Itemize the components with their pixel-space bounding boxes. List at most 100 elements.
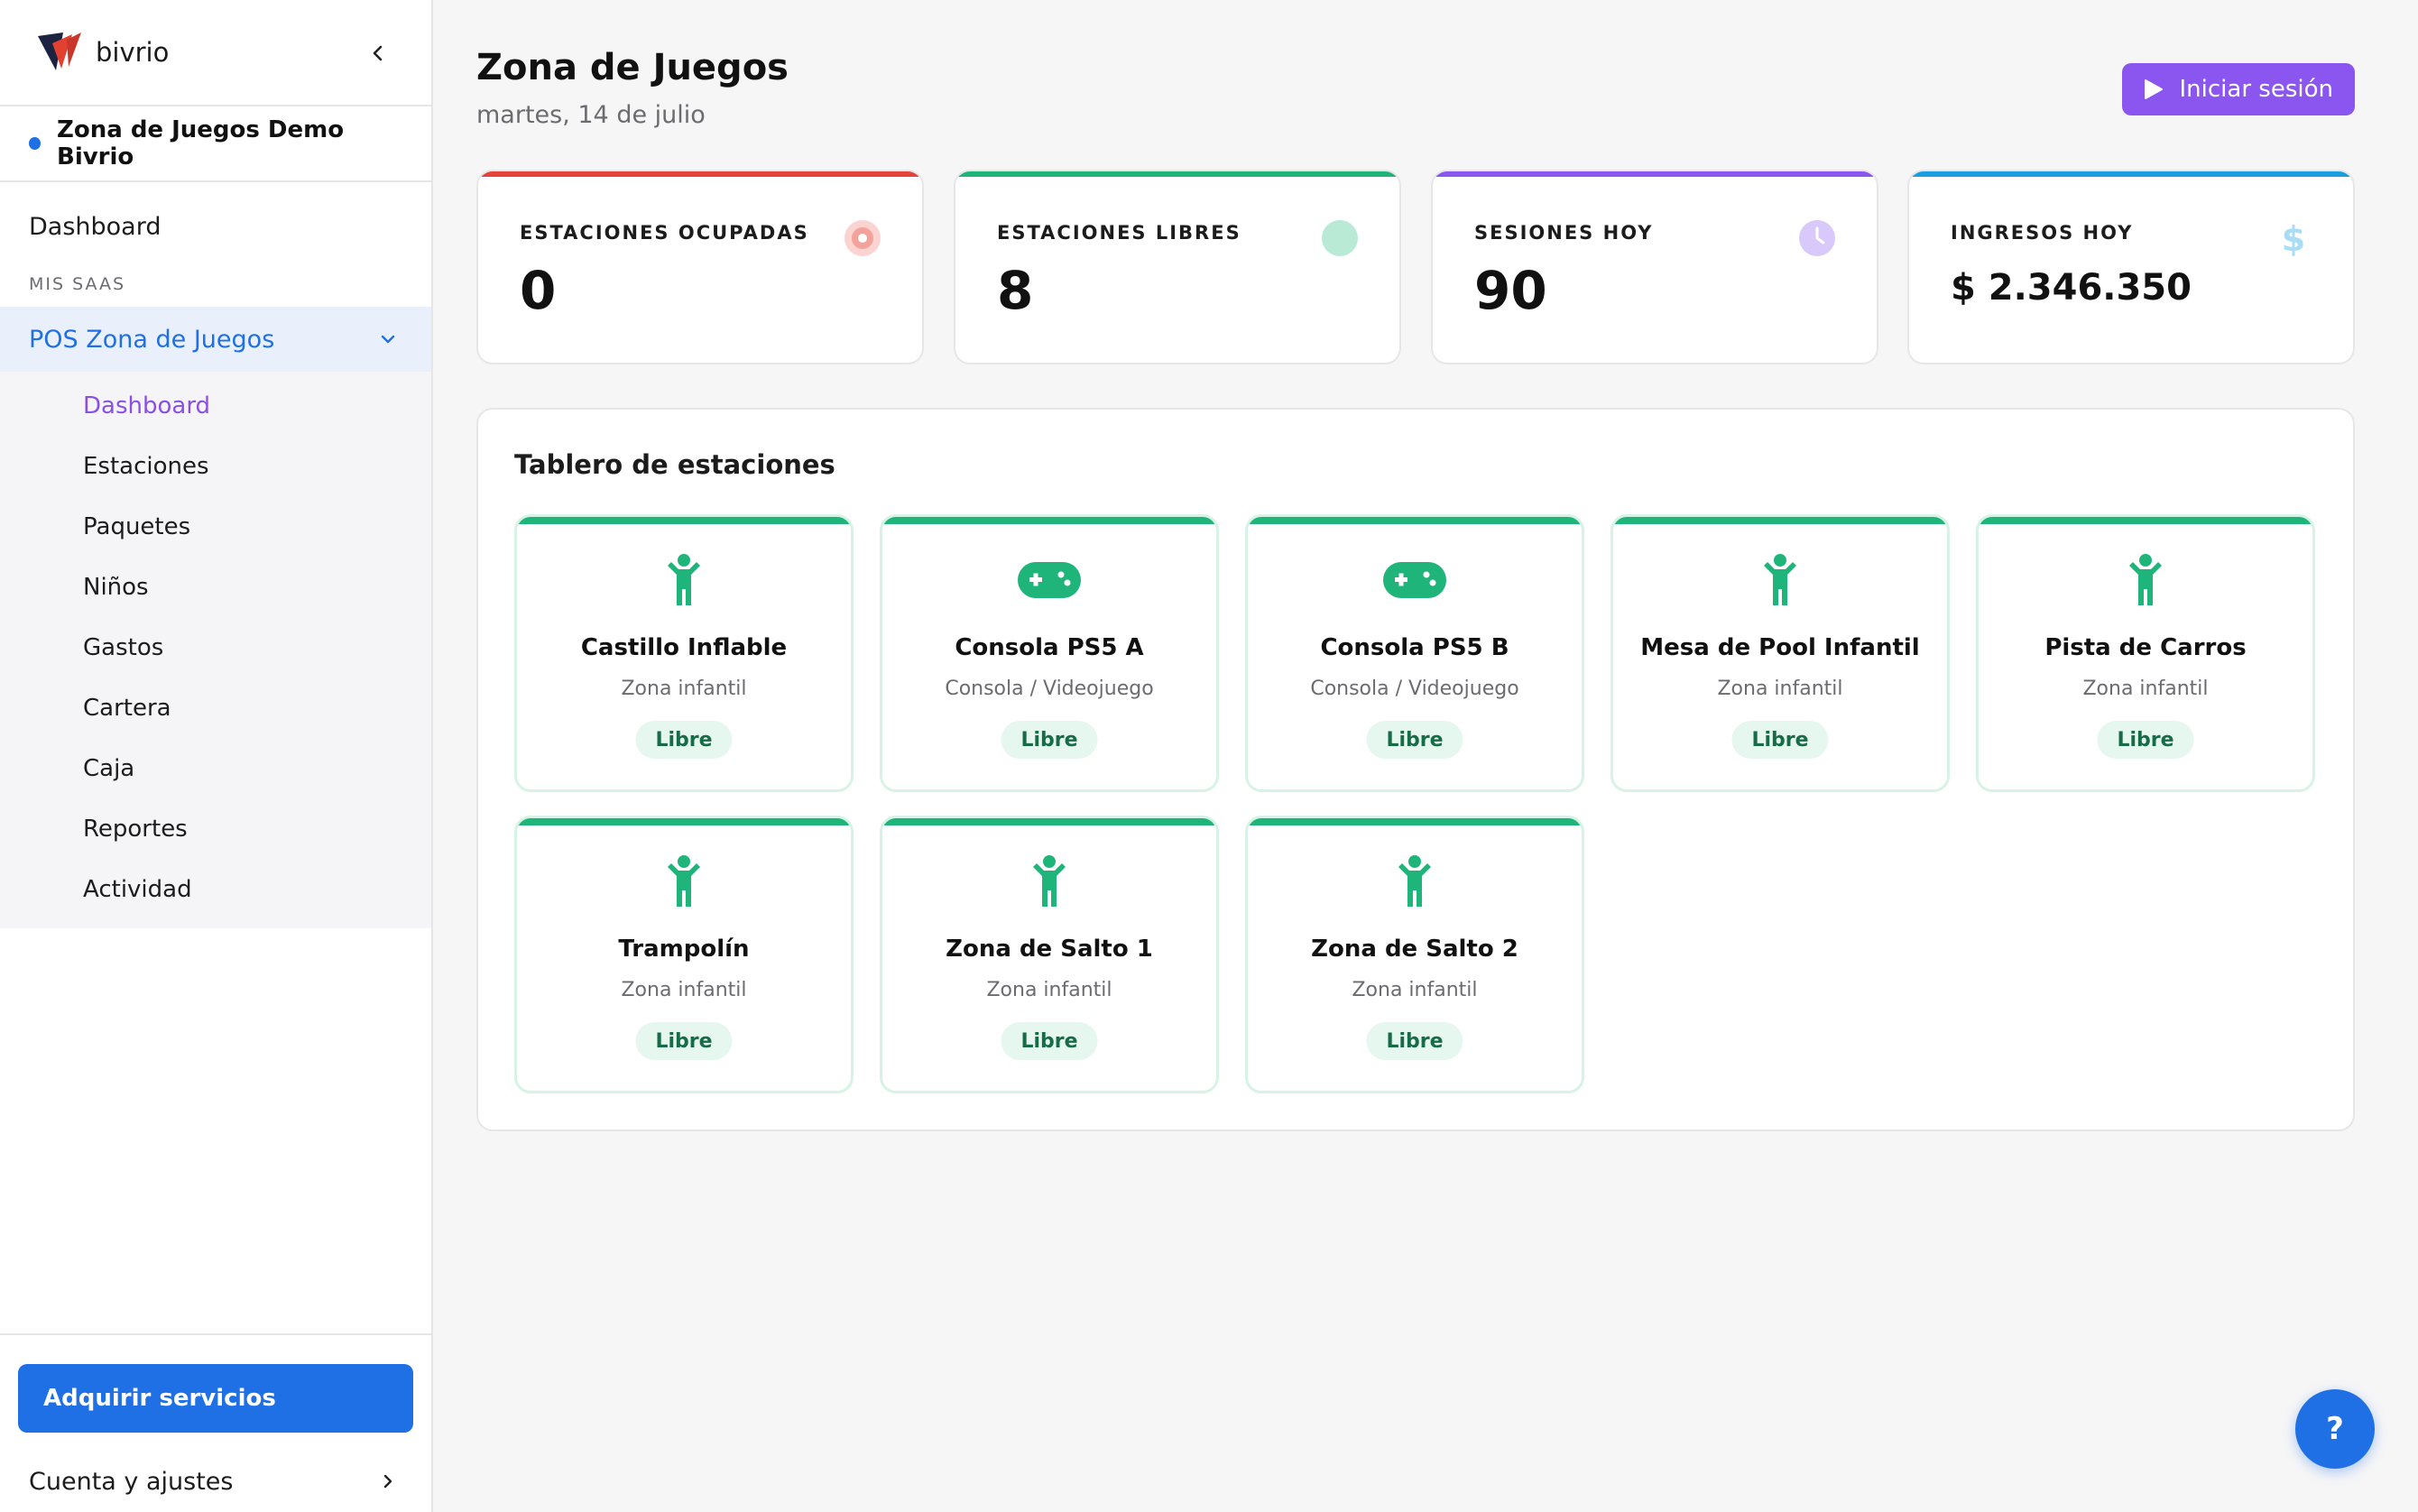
station-type: Zona infantil — [621, 678, 747, 700]
station-type: Zona infantil — [986, 979, 1112, 1001]
sidebar-item-gastos[interactable]: Gastos — [0, 617, 431, 678]
help-button[interactable]: ? — [2295, 1389, 2375, 1469]
station-accent-bar — [517, 517, 851, 524]
station-type: Consola / Videojuego — [945, 678, 1154, 700]
stat-accent-bar — [478, 171, 922, 177]
page-date: martes, 14 de julio — [476, 101, 706, 129]
stat-label: SESIONES HOY — [1474, 222, 1654, 244]
workspace-selector[interactable]: Zona de Juegos Demo Bivrio — [0, 106, 431, 182]
brand-name: bivrio — [96, 37, 170, 68]
stat-value: 8 — [997, 260, 1034, 321]
stat-card-sessions: SESIONES HOY 90 — [1431, 170, 1878, 364]
sidebar: bivrio Zona de Juegos Demo Bivrio Dashbo… — [0, 0, 433, 1512]
brand-header: bivrio — [0, 0, 431, 106]
sidebar-item-actividad[interactable]: Actividad — [0, 859, 431, 919]
station-accent-bar — [882, 517, 1216, 524]
station-accent-bar — [882, 818, 1216, 825]
status-badge: Libre — [2097, 721, 2194, 759]
stat-accent-bar — [1909, 171, 2353, 177]
station-accent-bar — [1979, 517, 2312, 524]
sidebar-item-estaciones[interactable]: Estaciones — [0, 436, 431, 496]
board-title: Tablero de estaciones — [514, 449, 835, 480]
station-name: Pista de Carros — [2044, 634, 2247, 661]
account-settings-link[interactable]: Cuenta y ajustes — [0, 1460, 431, 1503]
acquire-services-button[interactable]: Adquirir servicios — [18, 1364, 413, 1433]
status-badge: Libre — [1366, 1022, 1463, 1060]
status-badge: Libre — [1001, 721, 1098, 759]
stat-card-free: ESTACIONES LIBRES 8 — [954, 170, 1401, 364]
chevron-down-icon — [381, 335, 395, 344]
station-name: Castillo Inflable — [580, 634, 788, 661]
sidebar-item-reportes[interactable]: Reportes — [0, 798, 431, 859]
child-icon — [2129, 554, 2162, 605]
stations-board: Tablero de estaciones Castillo Inflable … — [476, 408, 2355, 1131]
stat-label: ESTACIONES LIBRES — [997, 222, 1241, 244]
account-settings-label: Cuenta y ajustes — [29, 1467, 234, 1496]
bivrio-logo-icon[interactable] — [36, 31, 85, 74]
station-type: Zona infantil — [1717, 678, 1843, 700]
station-name: Consola PS5 B — [1320, 634, 1509, 661]
status-badge: Libre — [635, 721, 733, 759]
saas-submenu: Dashboard Estaciones Paquetes Niños Gast… — [0, 372, 431, 928]
svg-text:$: $ — [2282, 219, 2305, 258]
dollar-icon: $ — [2282, 219, 2305, 258]
stat-card-revenue: INGRESOS HOY $ 2.346.350 $ — [1907, 170, 2355, 364]
page-title: Zona de Juegos — [476, 47, 789, 88]
gamepad-icon — [1383, 562, 1446, 598]
status-badge: Libre — [1001, 1022, 1098, 1060]
station-card[interactable]: Mesa de Pool Infantil Zona infantil Libr… — [1610, 514, 1950, 792]
record-icon — [844, 220, 881, 256]
gamepad-icon — [1018, 562, 1081, 598]
section-label-mis-saas: MIS SAAS — [29, 274, 126, 294]
stat-label: ESTACIONES OCUPADAS — [520, 222, 809, 244]
station-accent-bar — [517, 818, 851, 825]
stat-accent-bar — [1433, 171, 1877, 177]
station-card[interactable]: Consola PS5 A Consola / Videojuego Libre — [880, 514, 1219, 792]
station-accent-bar — [1248, 517, 1582, 524]
sidebar-item-ninos[interactable]: Niños — [0, 557, 431, 617]
station-card[interactable]: Pista de Carros Zona infantil Libre — [1976, 514, 2315, 792]
chevron-left-icon — [373, 45, 383, 61]
station-card[interactable]: Zona de Salto 2 Zona infantil Libre — [1245, 816, 1584, 1093]
workspace-name: Zona de Juegos Demo Bivrio — [57, 116, 345, 171]
main-content: Zona de Juegos martes, 14 de julio Inici… — [435, 0, 2418, 1512]
status-badge: Libre — [1366, 721, 1463, 759]
station-type: Consola / Videojuego — [1310, 678, 1519, 700]
sidebar-item-dashboard[interactable]: Dashboard — [0, 375, 431, 436]
stat-value: 0 — [520, 260, 557, 321]
station-card[interactable]: Trampolín Zona infantil Libre — [514, 816, 854, 1093]
workspace-status-dot — [29, 137, 41, 150]
status-badge: Libre — [635, 1022, 733, 1060]
stats-row: ESTACIONES OCUPADAS 0 ESTACIONES LIBRES … — [476, 170, 2355, 364]
stat-value: $ 2.346.350 — [1951, 267, 2192, 309]
child-icon — [1398, 855, 1431, 907]
start-session-label: Iniciar sesión — [2179, 76, 2333, 103]
stat-value: 90 — [1474, 260, 1547, 321]
sidebar-item-paquetes[interactable]: Paquetes — [0, 496, 431, 557]
station-card[interactable]: Zona de Salto 1 Zona infantil Libre — [880, 816, 1219, 1093]
circle-icon — [1322, 220, 1358, 256]
station-name: Consola PS5 A — [955, 634, 1144, 661]
nav-dashboard[interactable]: Dashboard — [0, 182, 431, 271]
stat-accent-bar — [955, 171, 1399, 177]
station-type: Zona infantil — [2082, 678, 2209, 700]
station-card[interactable]: Castillo Inflable Zona infantil Libre — [514, 514, 854, 792]
start-session-button[interactable]: Iniciar sesión — [2121, 63, 2355, 115]
play-icon — [2144, 79, 2163, 99]
collapse-sidebar-button[interactable] — [365, 40, 392, 67]
station-accent-bar — [1248, 818, 1582, 825]
station-type: Zona infantil — [1352, 979, 1478, 1001]
station-accent-bar — [1613, 517, 1947, 524]
sidebar-item-cartera[interactable]: Cartera — [0, 678, 431, 738]
saas-title: POS Zona de Juegos — [29, 325, 275, 354]
sidebar-item-caja[interactable]: Caja — [0, 738, 431, 798]
clock-icon — [1799, 220, 1835, 256]
status-badge: Libre — [1731, 721, 1829, 759]
saas-pos-zona-de-juegos[interactable]: POS Zona de Juegos — [0, 307, 431, 372]
station-name: Mesa de Pool Infantil — [1640, 634, 1920, 661]
child-icon — [1764, 554, 1796, 605]
station-name: Trampolín — [618, 936, 750, 963]
stat-card-occupied: ESTACIONES OCUPADAS 0 — [476, 170, 924, 364]
child-icon — [668, 855, 700, 907]
station-card[interactable]: Consola PS5 B Consola / Videojuego Libre — [1245, 514, 1584, 792]
